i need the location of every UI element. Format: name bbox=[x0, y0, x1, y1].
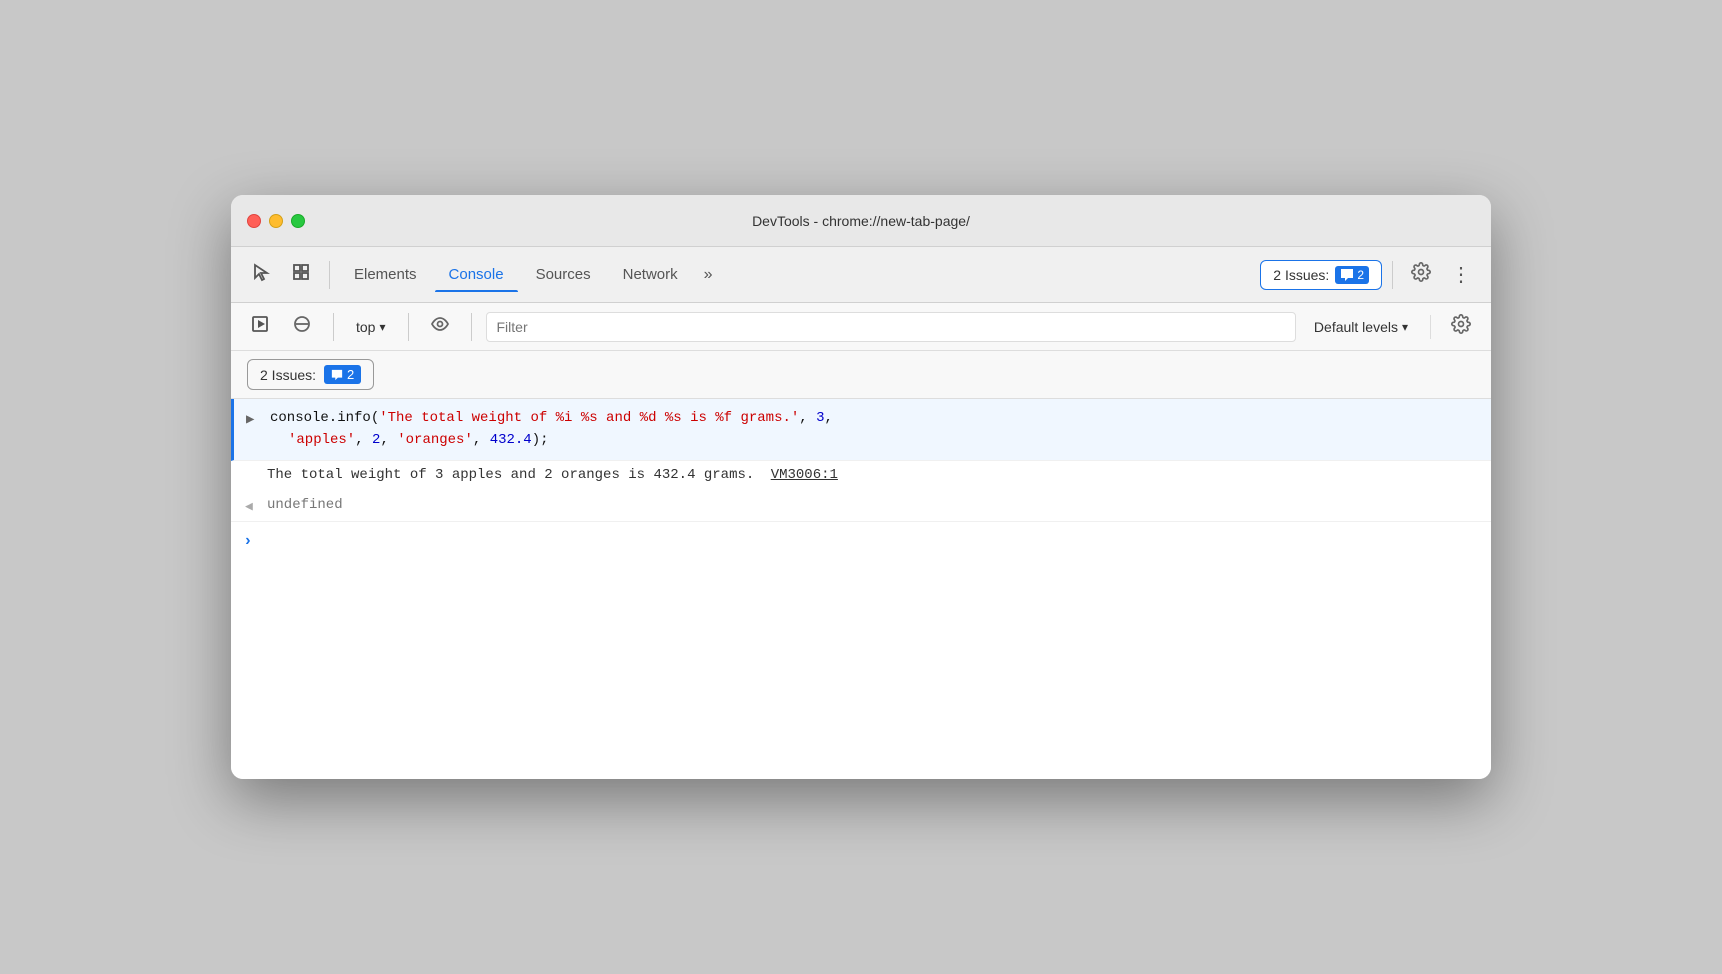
traffic-lights bbox=[247, 214, 305, 228]
clear-button[interactable] bbox=[285, 310, 319, 343]
return-arrow: ◀ bbox=[245, 499, 253, 514]
undefined-entry: ◀ undefined bbox=[231, 489, 1491, 522]
tab-network[interactable]: Network bbox=[609, 258, 692, 291]
vm-link[interactable]: VM3006:1 bbox=[771, 467, 838, 483]
prompt-arrow: › bbox=[243, 532, 253, 550]
issues-text: 2 Issues: bbox=[1273, 267, 1329, 283]
code-line-2: 'apples', 2, 'oranges', 432.4); bbox=[270, 429, 1475, 451]
tab-elements[interactable]: Elements bbox=[340, 258, 431, 291]
title-bar: DevTools - chrome://new-tab-page/ bbox=[231, 195, 1491, 247]
output-text: The total weight of 3 apples and 2 orang… bbox=[267, 467, 754, 483]
tab-console[interactable]: Console bbox=[435, 258, 518, 291]
close-button[interactable] bbox=[247, 214, 261, 228]
undefined-text: undefined bbox=[267, 497, 343, 513]
eye-icon bbox=[431, 315, 449, 338]
console-divider-2 bbox=[408, 313, 409, 341]
eye-button[interactable] bbox=[423, 310, 457, 343]
context-label: top bbox=[356, 319, 375, 335]
console-output: ▶ console.info('The total weight of %i %… bbox=[231, 399, 1491, 779]
console-gear-icon bbox=[1451, 318, 1471, 338]
window-title: DevTools - chrome://new-tab-page/ bbox=[752, 213, 970, 229]
issues-pill[interactable]: 2 Issues: 2 bbox=[247, 359, 374, 390]
more-options-button[interactable]: ⋮ bbox=[1443, 256, 1479, 293]
issues-bar-text: 2 Issues: bbox=[260, 367, 316, 383]
tab-sources[interactable]: Sources bbox=[522, 258, 605, 291]
issues-count: 2 bbox=[1357, 268, 1364, 282]
play-icon bbox=[251, 315, 269, 338]
toolbar-divider-1 bbox=[329, 261, 330, 289]
console-output-line: The total weight of 3 apples and 2 orang… bbox=[231, 461, 1491, 489]
inspect-button[interactable] bbox=[283, 256, 319, 293]
minimize-button[interactable] bbox=[269, 214, 283, 228]
console-entry-info: ▶ console.info('The total weight of %i %… bbox=[231, 399, 1491, 461]
more-tabs-button[interactable]: » bbox=[696, 262, 721, 288]
chevron-down-icon: ▾ bbox=[379, 320, 385, 334]
console-divider-1 bbox=[333, 313, 334, 341]
filter-input[interactable] bbox=[486, 312, 1296, 342]
cursor-icon bbox=[251, 262, 271, 287]
console-divider-3 bbox=[471, 313, 472, 341]
devtools-window: DevTools - chrome://new-tab-page/ bbox=[231, 195, 1491, 779]
issues-icon: 2 bbox=[1335, 266, 1369, 284]
main-toolbar: Elements Console Sources Network » 2 Iss… bbox=[231, 247, 1491, 303]
more-icon: ⋮ bbox=[1451, 262, 1471, 287]
levels-label: Default levels bbox=[1314, 319, 1398, 335]
expand-arrow[interactable]: ▶ bbox=[246, 409, 254, 431]
issues-badge[interactable]: 2 Issues: 2 bbox=[1260, 260, 1382, 290]
issues-count-badge: 2 bbox=[324, 365, 361, 384]
levels-chevron-icon: ▾ bbox=[1402, 320, 1408, 334]
gear-icon bbox=[1411, 262, 1431, 287]
console-toolbar: top ▾ Default levels ▾ bbox=[231, 303, 1491, 351]
levels-selector[interactable]: Default levels ▾ bbox=[1304, 315, 1418, 339]
execute-button[interactable] bbox=[243, 310, 277, 343]
code-line-1: console.info('The total weight of %i %s … bbox=[270, 407, 1475, 429]
issues-bar: 2 Issues: 2 bbox=[231, 351, 1491, 399]
block-icon bbox=[293, 315, 311, 338]
toolbar-divider-2 bbox=[1392, 261, 1393, 289]
inspect-icon bbox=[291, 262, 311, 287]
cursor-tool-button[interactable] bbox=[243, 256, 279, 293]
console-prompt[interactable]: › bbox=[231, 522, 1491, 562]
context-selector[interactable]: top ▾ bbox=[348, 315, 394, 339]
settings-button[interactable] bbox=[1403, 256, 1439, 293]
maximize-button[interactable] bbox=[291, 214, 305, 228]
console-settings-button[interactable] bbox=[1443, 310, 1479, 343]
console-divider-4 bbox=[1430, 315, 1431, 339]
